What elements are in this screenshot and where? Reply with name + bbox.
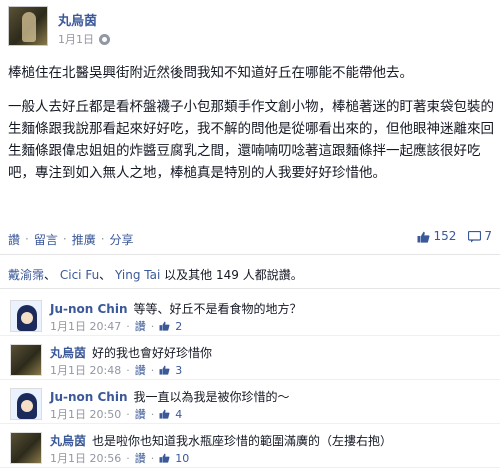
- commenter-name[interactable]: 丸烏茵: [50, 346, 86, 360]
- comment-like-button[interactable]: 讚: [135, 406, 146, 422]
- comment-button[interactable]: 留言: [34, 231, 58, 248]
- comment-count: 7: [484, 229, 492, 243]
- comment-icon: [468, 230, 482, 242]
- separator: ·: [62, 232, 67, 246]
- separator: 、: [99, 268, 112, 282]
- comment-time[interactable]: 1月1日 20:48: [50, 362, 121, 378]
- author-name[interactable]: 丸烏茵: [58, 10, 97, 29]
- separator: 、: [44, 268, 57, 282]
- comment-time[interactable]: 1月1日 20:47: [50, 318, 121, 334]
- liker-name[interactable]: Ying Tai: [115, 268, 160, 282]
- comment-text-line: Ju-non Chin 我一直以為我是被你珍惜的～: [50, 388, 490, 405]
- comment-like-count[interactable]: 4: [175, 408, 182, 421]
- comment-meta: 1月1日 20:56 · 讚 · 10: [50, 450, 189, 466]
- comment-list: Ju-non Chin 等等、好丘不是看食物的地方？ 1月1日 20:47 · 讚…: [0, 292, 500, 468]
- separator: ·: [150, 407, 155, 421]
- comment-text: 我一直以為我是被你珍惜的～: [133, 390, 290, 404]
- comment-like-button[interactable]: 讚: [135, 450, 146, 466]
- post-header: 丸烏茵 1月1日: [8, 6, 492, 50]
- thumbs-up-icon: [159, 409, 170, 419]
- commenter-avatar[interactable]: [10, 300, 42, 332]
- thumbs-up-icon: [159, 453, 170, 463]
- comment-like-count[interactable]: 2: [175, 320, 182, 333]
- like-count-link[interactable]: 152: [417, 229, 456, 243]
- post-paragraph-1: 棒槌住在北醫吳興街附近然後問我知不知道好丘在哪能不能帶他去。: [8, 65, 413, 81]
- separator: ·: [126, 319, 130, 333]
- gear-icon[interactable]: [99, 33, 110, 45]
- thumbs-up-icon: [159, 365, 170, 375]
- comment: 丸烏茵 好的我也會好好珍惜你 1月1日 20:48 · 讚 · 3: [0, 336, 500, 380]
- comment-meta: 1月1日 20:47 · 讚 · 2: [50, 318, 182, 334]
- separator: ·: [150, 363, 155, 377]
- comment-text: 也是啦你也知道我水瓶座珍惜的範圍滿廣的（左摟右抱）: [92, 434, 393, 448]
- comment-like-button[interactable]: 讚: [135, 318, 146, 334]
- separator: ·: [150, 319, 155, 333]
- comment-time[interactable]: 1月1日 20:50: [50, 406, 121, 422]
- commenter-avatar[interactable]: [10, 432, 42, 464]
- comment-text-line: 丸烏茵 好的我也會好好珍惜你: [50, 344, 490, 361]
- like-count: 152: [433, 229, 457, 243]
- separator: ·: [100, 232, 105, 246]
- post-body: 棒槌住在北醫吳興街附近然後問我知不知道好丘在哪能不能帶他去。 一般人去好丘都是看…: [8, 62, 494, 196]
- reaction-counts: 152 7: [417, 229, 492, 243]
- author-avatar[interactable]: [8, 6, 48, 46]
- thumbs-up-icon: [417, 231, 430, 243]
- separator: ·: [25, 232, 29, 246]
- likes-summary: 戴渝霈、 Cici Fu、 Ying Tai 以及其他 149 人都說讚。: [8, 266, 492, 283]
- thumbs-up-icon: [159, 321, 170, 331]
- separator: ·: [126, 451, 130, 465]
- comment-text: 好的我也會好好珍惜你: [92, 346, 213, 360]
- promote-button[interactable]: 推廣: [72, 231, 96, 248]
- comment-text-line: Ju-non Chin 等等、好丘不是看食物的地方？: [50, 300, 490, 317]
- comment-count-link[interactable]: 7: [468, 229, 492, 243]
- separator: ·: [150, 451, 155, 465]
- comment-like-count[interactable]: 3: [175, 364, 182, 377]
- comment-time[interactable]: 1月1日 20:56: [50, 450, 121, 466]
- commenter-name[interactable]: Ju-non Chin: [50, 302, 128, 316]
- comment: Ju-non Chin 等等、好丘不是看食物的地方？ 1月1日 20:47 · 讚…: [0, 292, 500, 336]
- separator: ·: [126, 363, 130, 377]
- divider: [0, 254, 500, 255]
- post-paragraph-2: 一般人去好丘都是看杯盤襪子小包那類手作文創小物，棒槌著迷的盯著束袋包裝的生麵條跟…: [8, 99, 494, 181]
- post-date[interactable]: 1月1日: [58, 31, 94, 47]
- commenter-name[interactable]: 丸烏茵: [50, 434, 86, 448]
- liker-name[interactable]: 戴渝霈: [8, 268, 44, 282]
- action-bar: 讚 · 留言 · 推廣 · 分享 152 7: [8, 229, 492, 249]
- commenter-avatar[interactable]: [10, 388, 42, 420]
- comment-meta: 1月1日 20:48 · 讚 · 3: [50, 362, 182, 378]
- comment-text-line: 丸烏茵 也是啦你也知道我水瓶座珍惜的範圍滿廣的（左摟右抱）: [50, 432, 490, 449]
- share-button[interactable]: 分享: [110, 231, 134, 248]
- commenter-avatar[interactable]: [10, 344, 42, 376]
- like-button[interactable]: 讚: [8, 231, 20, 248]
- comment-text: 等等、好丘不是看食物的地方？: [133, 302, 302, 316]
- comment: Ju-non Chin 我一直以為我是被你珍惜的～ 1月1日 20:50 · 讚 …: [0, 380, 500, 424]
- comment: 丸烏茵 也是啦你也知道我水瓶座珍惜的範圍滿廣的（左摟右抱） 1月1日 20:56 …: [0, 424, 500, 468]
- liker-name[interactable]: Cici Fu: [60, 268, 99, 282]
- comment-meta: 1月1日 20:50 · 讚 · 4: [50, 406, 182, 422]
- likes-suffix: 以及其他 149 人都說讚。: [164, 268, 303, 282]
- divider: [0, 288, 500, 289]
- comment-like-count[interactable]: 10: [175, 452, 189, 465]
- post-meta: 1月1日: [58, 31, 110, 47]
- commenter-name[interactable]: Ju-non Chin: [50, 390, 128, 404]
- separator: ·: [126, 407, 130, 421]
- comment-like-button[interactable]: 讚: [135, 362, 146, 378]
